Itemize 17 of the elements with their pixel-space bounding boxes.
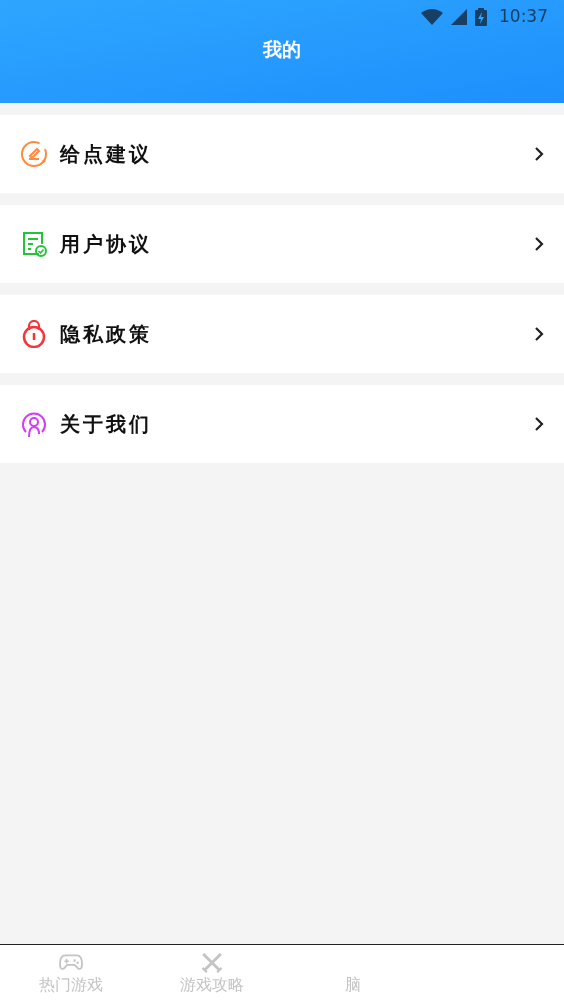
- battery-icon: [475, 8, 487, 26]
- chevron-right-icon: [534, 146, 544, 162]
- menu-item[interactable]: 用户协议: [0, 205, 564, 283]
- menu-item[interactable]: 隐私政策: [0, 295, 564, 373]
- menu-label: 用户协议: [60, 231, 152, 258]
- page-title: 我的: [263, 38, 301, 60]
- chevron-right-icon: [534, 416, 544, 432]
- wifi-icon: [421, 9, 443, 25]
- chevron-right-icon: [534, 326, 544, 342]
- menu-label: 给点建议: [60, 141, 152, 168]
- clock-time: 10:37: [499, 5, 548, 29]
- menu-item[interactable]: 给点建议: [0, 115, 564, 193]
- menu-item[interactable]: 关于我们: [0, 385, 564, 463]
- menu-label: 隐私政策: [60, 321, 152, 348]
- menu-label: 关于我们: [60, 411, 152, 438]
- signal-icon: [451, 9, 467, 25]
- chevron-right-icon: [534, 236, 544, 252]
